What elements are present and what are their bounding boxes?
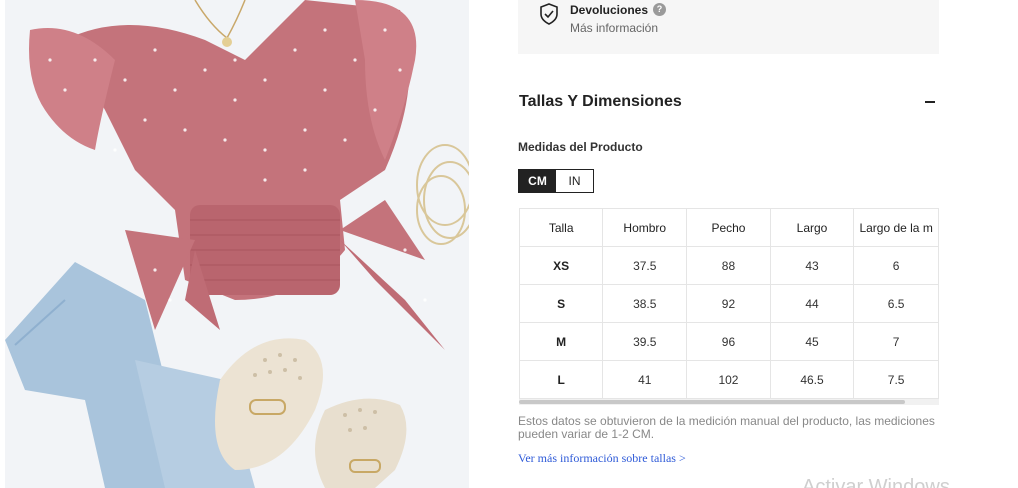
os-watermark: Activar Windows (802, 476, 950, 488)
collapse-icon[interactable] (924, 92, 938, 110)
table-cell: 88 (686, 246, 771, 285)
returns-box: Devoluciones ? Más información (518, 0, 939, 54)
table-cell: 38.5 (602, 284, 688, 323)
table-cell: 92 (686, 284, 771, 323)
table-row: M 39.5 96 45 7 (518, 322, 939, 361)
table-cell: 96 (686, 322, 771, 361)
size-cell: M (518, 322, 604, 361)
unit-in-button[interactable]: IN (556, 170, 593, 192)
table-cell: 39.5 (602, 322, 688, 361)
shield-check-icon (538, 2, 560, 26)
table-cell: 6 (853, 246, 939, 285)
size-cell: L (518, 360, 604, 399)
table-cell: 44 (769, 284, 855, 323)
table-cell: 41 (602, 360, 688, 399)
table-cell: 102 (686, 360, 771, 399)
returns-more-info-link[interactable]: Más información (570, 21, 658, 35)
column-header: Largo (769, 208, 855, 247)
table-row: XS 37.5 88 43 6 (518, 246, 939, 285)
table-row: L 41 102 46.5 7.5 (518, 360, 939, 399)
table-cell: 7.5 (853, 360, 939, 399)
column-header: Pecho (686, 208, 771, 247)
size-cell: XS (518, 246, 604, 285)
unit-toggle: CM IN (518, 169, 594, 193)
column-header: Hombro (602, 208, 688, 247)
size-table: Talla Hombro Pecho Largo Largo de la m X… (518, 208, 939, 399)
table-row: S 38.5 92 44 6.5 (518, 284, 939, 323)
table-cell: 43 (769, 246, 855, 285)
table-header-row: Talla Hombro Pecho Largo Largo de la m (518, 208, 939, 247)
table-cell: 7 (853, 322, 939, 361)
more-size-info-link[interactable]: Ver más información sobre tallas > (518, 451, 686, 466)
table-cell: 37.5 (602, 246, 688, 285)
product-details-panel: Devoluciones ? Más información Tallas Y … (518, 0, 939, 488)
column-header: Largo de la m (853, 208, 939, 247)
size-cell: S (518, 284, 604, 323)
product-image[interactable] (5, 0, 469, 488)
table-scrollbar-thumb[interactable] (519, 400, 905, 404)
table-cell: 46.5 (769, 360, 855, 399)
column-header: Talla (518, 208, 604, 247)
help-icon[interactable]: ? (653, 3, 666, 16)
table-cell: 6.5 (853, 284, 939, 323)
unit-cm-button[interactable]: CM (519, 170, 556, 192)
returns-title: Devoluciones (570, 3, 649, 17)
measurement-note: Estos datos se obtuvieron de la medición… (518, 414, 935, 441)
size-section-title[interactable]: Tallas Y Dimensiones (519, 93, 682, 111)
product-measurements-label: Medidas del Producto (518, 140, 643, 154)
table-cell: 45 (769, 322, 855, 361)
